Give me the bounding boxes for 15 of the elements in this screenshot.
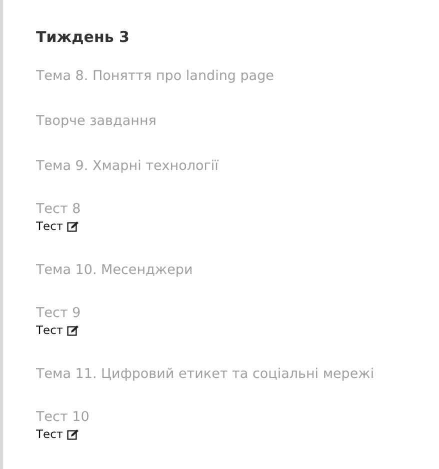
test-link[interactable]: Тест 9 bbox=[36, 305, 81, 322]
test-link[interactable]: Тест 8 bbox=[36, 201, 81, 218]
activity-type-label: Тест bbox=[36, 322, 64, 339]
topic-link[interactable]: Тема 8. Поняття про landing page bbox=[36, 66, 274, 86]
section-title: Тиждень 3 bbox=[36, 27, 130, 47]
topic-link[interactable]: Тема 11. Цифровий етикет та соціальні мережі bbox=[36, 364, 374, 384]
topic-link[interactable]: Тема 10. Месенджери bbox=[36, 260, 193, 280]
activity-type-label: Тест bbox=[36, 426, 64, 443]
topic-link[interactable]: Творче завдання bbox=[36, 111, 156, 131]
edit-icon[interactable] bbox=[67, 429, 80, 440]
activity-type-label: Тест bbox=[36, 218, 64, 235]
test-link[interactable]: Тест 10 bbox=[36, 409, 90, 426]
edit-icon[interactable] bbox=[67, 221, 80, 232]
topic-link[interactable]: Тема 9. Хмарні технології bbox=[36, 156, 218, 176]
edit-icon[interactable] bbox=[67, 325, 80, 336]
